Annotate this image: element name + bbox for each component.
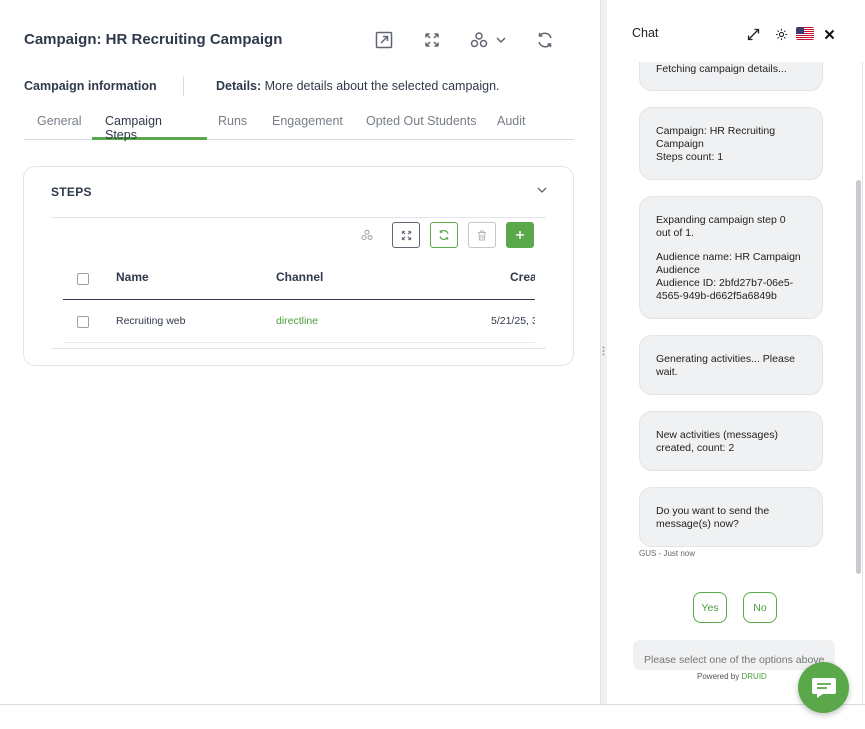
yes-button[interactable]: Yes xyxy=(693,592,727,623)
tab-opted-out-students[interactable]: Opted Out Students xyxy=(366,114,477,140)
refresh-button[interactable] xyxy=(430,222,458,248)
steps-card: STEPS Name Channel Crea Recruiting web d… xyxy=(23,166,574,366)
message-line: Audience xyxy=(656,264,700,276)
tab-engagement[interactable]: Engagement xyxy=(272,114,343,140)
message-line: Steps count: 1 xyxy=(656,151,724,163)
message-line: out of 1. xyxy=(656,227,694,239)
column-header-created[interactable]: Crea xyxy=(510,270,535,284)
steps-table: Name Channel Crea Recruiting web directl… xyxy=(63,259,535,345)
us-flag-icon[interactable] xyxy=(796,27,814,40)
message-line xyxy=(656,240,806,251)
bot-message: Do you want to send the message(s) now? xyxy=(639,487,823,547)
powered-by-label: Powered by xyxy=(697,672,740,681)
chevron-down-icon[interactable] xyxy=(535,183,549,197)
message-line: wait. xyxy=(656,366,678,378)
message-line: Do you want to send the xyxy=(656,505,770,517)
nodes-icon[interactable] xyxy=(353,222,381,248)
chat-input[interactable] xyxy=(633,640,835,670)
details-text: More details about the selected campaign… xyxy=(264,79,500,93)
page-title: Campaign: HR Recruiting Campaign xyxy=(24,31,283,48)
message-line: Campaign xyxy=(656,138,704,150)
message-line: Generating activities... Please xyxy=(656,353,795,365)
row-checkbox[interactable] xyxy=(77,316,89,328)
table-row[interactable]: Recruiting web directline 5/21/25, 3 xyxy=(63,301,535,343)
message-line: created, count: 2 xyxy=(656,442,735,454)
info-title: Campaign information xyxy=(24,79,157,93)
message-line: New activities (messages) xyxy=(656,429,778,441)
message-line: 4565-949b-d662f5a6849b xyxy=(656,290,777,302)
bot-message: Campaign: HR Recruiting Campaign Steps c… xyxy=(639,107,823,180)
info-details: Details: More details about the selected… xyxy=(216,79,500,93)
tab-audit[interactable]: Audit xyxy=(497,114,526,140)
campaign-info-row: Campaign information Details: More detai… xyxy=(24,76,584,98)
panel-splitter[interactable] xyxy=(600,0,607,704)
tab-campaign-steps[interactable]: Campaign Steps xyxy=(92,114,207,142)
bot-message: New activities (messages) created, count… xyxy=(639,411,823,471)
delete-button[interactable] xyxy=(468,222,496,248)
message-meta: GUS - Just now xyxy=(639,549,696,558)
nodes-icon[interactable] xyxy=(467,28,491,52)
divider xyxy=(51,348,546,349)
plus-icon xyxy=(516,231,524,239)
chat-messages[interactable]: Fetching campaign details... Campaign: H… xyxy=(607,0,863,640)
open-external-icon[interactable] xyxy=(372,28,396,52)
details-label: Details: xyxy=(216,79,262,93)
table-header: Name Channel Crea xyxy=(63,259,535,300)
message-line: Campaign: HR Recruiting xyxy=(656,125,776,137)
message-line: Audience name: HR Campaign xyxy=(656,251,801,263)
chat-panel: Fetching campaign details... Campaign: H… xyxy=(607,0,863,704)
tab-general[interactable]: General xyxy=(37,114,81,140)
column-header-name[interactable]: Name xyxy=(116,270,149,284)
cell-name: Recruiting web xyxy=(116,315,186,327)
refresh-icon xyxy=(439,230,449,240)
divider xyxy=(51,217,546,218)
close-icon[interactable] xyxy=(821,26,837,42)
select-all-checkbox[interactable] xyxy=(77,273,89,285)
brand-link[interactable]: DRUID xyxy=(741,672,766,681)
chat-title: Chat xyxy=(632,26,659,40)
message-line: Expanding campaign step 0 xyxy=(656,214,786,226)
expand-icon[interactable] xyxy=(420,28,444,52)
bot-message: Expanding campaign step 0 out of 1. Audi… xyxy=(639,196,823,319)
chat-bubble-icon xyxy=(811,677,836,698)
cell-created: 5/21/25, 3 xyxy=(491,315,535,327)
steps-title: STEPS xyxy=(51,185,92,199)
tab-runs[interactable]: Runs xyxy=(218,114,247,140)
grip-icon xyxy=(602,346,605,356)
add-step-button[interactable] xyxy=(506,222,534,248)
expand-icon xyxy=(401,230,411,240)
bottom-divider xyxy=(0,704,865,705)
chat-scrollbar[interactable] xyxy=(856,180,861,574)
refresh-icon[interactable] xyxy=(533,28,557,52)
chat-header: Chat xyxy=(607,0,863,62)
campaign-tabs: General Campaign Steps Runs Engagement O… xyxy=(24,108,574,142)
no-button[interactable]: No xyxy=(743,592,777,623)
gear-icon[interactable] xyxy=(773,26,789,42)
info-divider xyxy=(183,76,184,96)
chevron-down-icon[interactable] xyxy=(489,28,513,52)
message-line: Audience ID: 2bfd27b7-06e5- xyxy=(656,277,794,289)
trash-icon xyxy=(478,230,486,240)
campaign-panel: Campaign: HR Recruiting Campaign Campaig… xyxy=(0,0,600,704)
expand-icon[interactable] xyxy=(745,26,761,42)
message-line: Fetching campaign details... xyxy=(656,63,787,75)
chat-launcher-button[interactable] xyxy=(798,662,849,713)
message-line: message(s) now? xyxy=(656,518,739,530)
expand-button[interactable] xyxy=(392,222,420,248)
bot-message: Generating activities... Please wait. xyxy=(639,335,823,395)
powered-by: Powered by DRUID xyxy=(697,672,767,681)
column-header-channel[interactable]: Channel xyxy=(276,270,323,284)
cell-channel[interactable]: directline xyxy=(276,315,318,327)
